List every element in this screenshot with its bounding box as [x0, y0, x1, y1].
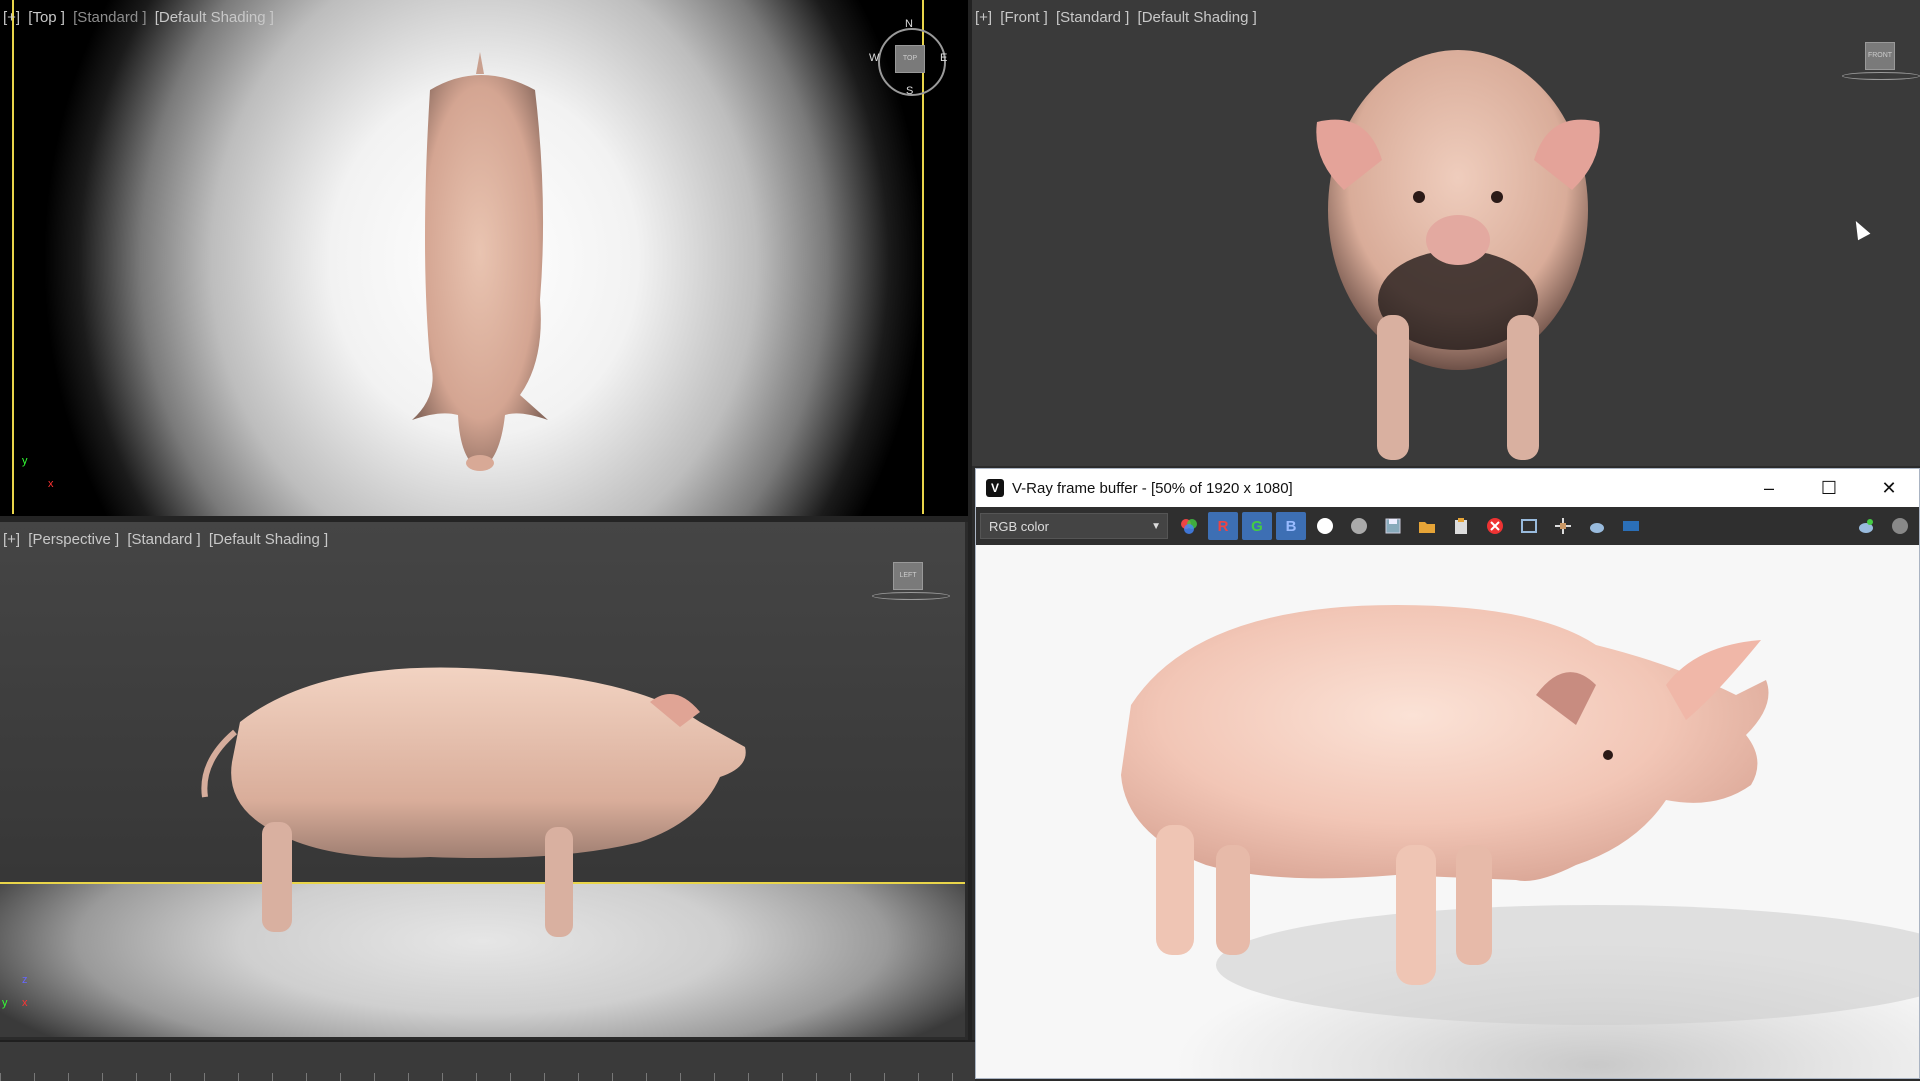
viewcube[interactable]: FRONT	[1865, 42, 1895, 70]
chevron-down-icon: ▼	[1151, 521, 1161, 532]
axis-z-label: z	[22, 974, 28, 986]
clipboard-icon[interactable]	[1446, 512, 1476, 540]
compass-south: S	[906, 85, 914, 97]
rendered-image[interactable]	[976, 545, 1919, 1078]
viewport-pov[interactable]: [Perspective ]	[28, 531, 119, 548]
timeline-ticks	[0, 1073, 975, 1081]
rgb-channels-icon[interactable]	[1174, 512, 1204, 540]
red-channel-button[interactable]: R	[1208, 512, 1238, 540]
pig-front-model	[1316, 50, 1600, 460]
follow-mouse-icon[interactable]	[1548, 512, 1578, 540]
compass-east: E	[940, 52, 948, 64]
perspective-viewport-label[interactable]: [+] [Perspective ] [Standard ] [Default …	[3, 531, 332, 548]
channel-dropdown-value: RGB color	[989, 519, 1049, 534]
viewcube[interactable]: LEFT	[893, 562, 923, 590]
vfb-title: V-Ray frame buffer - [50% of 1920 x 1080…	[1012, 479, 1293, 497]
compare-ab-icon[interactable]	[1616, 512, 1646, 540]
open-folder-icon[interactable]	[1412, 512, 1442, 540]
clear-image-icon[interactable]	[1480, 512, 1510, 540]
viewport-standard[interactable]: [Standard ]	[127, 531, 200, 548]
stop-render-icon[interactable]	[1885, 512, 1915, 540]
compass-north: N	[905, 18, 913, 30]
compass-west: W	[869, 52, 880, 64]
save-image-icon[interactable]	[1378, 512, 1408, 540]
teapot-render-icon[interactable]	[1582, 512, 1612, 540]
front-viewport[interactable]: [+] [Front ] [Standard ] [Default Shadin…	[972, 0, 1920, 466]
pig-render	[1121, 605, 1919, 1025]
viewcube-ring[interactable]	[1842, 72, 1920, 80]
top-viewport[interactable]: [+] [Top ] [Standard ] [Default Shading …	[0, 0, 968, 516]
vfb-toolbar: RGB color ▼ R G B	[976, 507, 1919, 545]
axis-x-label: x	[22, 997, 28, 1009]
monochrome-icon[interactable]	[1344, 512, 1374, 540]
axis-y-label: y	[2, 997, 8, 1009]
region-render-icon[interactable]	[1514, 512, 1544, 540]
viewcube-ring[interactable]	[872, 592, 950, 600]
viewport-shading[interactable]: [Default Shading ]	[209, 531, 328, 548]
vray-logo-icon: V	[986, 479, 1004, 497]
viewport-menu-plus[interactable]: [+]	[3, 9, 20, 26]
pig-perspective-model	[201, 667, 746, 937]
vray-frame-buffer-window[interactable]: V V-Ray frame buffer - [50% of 1920 x 10…	[975, 468, 1920, 1079]
viewport-pov[interactable]: [Top ]	[28, 9, 65, 26]
top-viewport-label[interactable]: [+] [Top ] [Standard ] [Default Shading …	[3, 9, 278, 26]
viewport-pov[interactable]: [Front ]	[1000, 9, 1048, 26]
vfb-titlebar[interactable]: V V-Ray frame buffer - [50% of 1920 x 10…	[976, 469, 1919, 507]
viewport-shading[interactable]: [Default Shading ]	[155, 9, 274, 26]
blue-channel-button[interactable]: B	[1276, 512, 1306, 540]
channel-dropdown[interactable]: RGB color ▼	[980, 513, 1168, 539]
alpha-white-icon[interactable]	[1310, 512, 1340, 540]
timeline-track-bar[interactable]	[0, 1040, 975, 1081]
viewport-menu-plus[interactable]: [+]	[3, 531, 20, 548]
close-button[interactable]: ✕	[1859, 469, 1919, 507]
viewport-menu-plus[interactable]: [+]	[975, 9, 992, 26]
viewport-standard[interactable]: [Standard ]	[73, 9, 146, 26]
perspective-viewport[interactable]: [+] [Perspective ] [Standard ] [Default …	[0, 522, 965, 1037]
viewport-standard[interactable]: [Standard ]	[1056, 9, 1129, 26]
maximize-button[interactable]: ☐	[1799, 469, 1859, 507]
axis-x-label: x	[48, 478, 54, 490]
front-viewport-label[interactable]: [+] [Front ] [Standard ] [Default Shadin…	[975, 9, 1261, 26]
viewcube[interactable]: TOP	[895, 45, 925, 73]
minimize-button[interactable]: –	[1739, 469, 1799, 507]
axis-y-label: y	[22, 455, 28, 467]
render-teapot-icon[interactable]	[1851, 512, 1881, 540]
green-channel-button[interactable]: G	[1242, 512, 1272, 540]
viewport-shading[interactable]: [Default Shading ]	[1138, 9, 1257, 26]
pig-top-model	[412, 52, 548, 471]
